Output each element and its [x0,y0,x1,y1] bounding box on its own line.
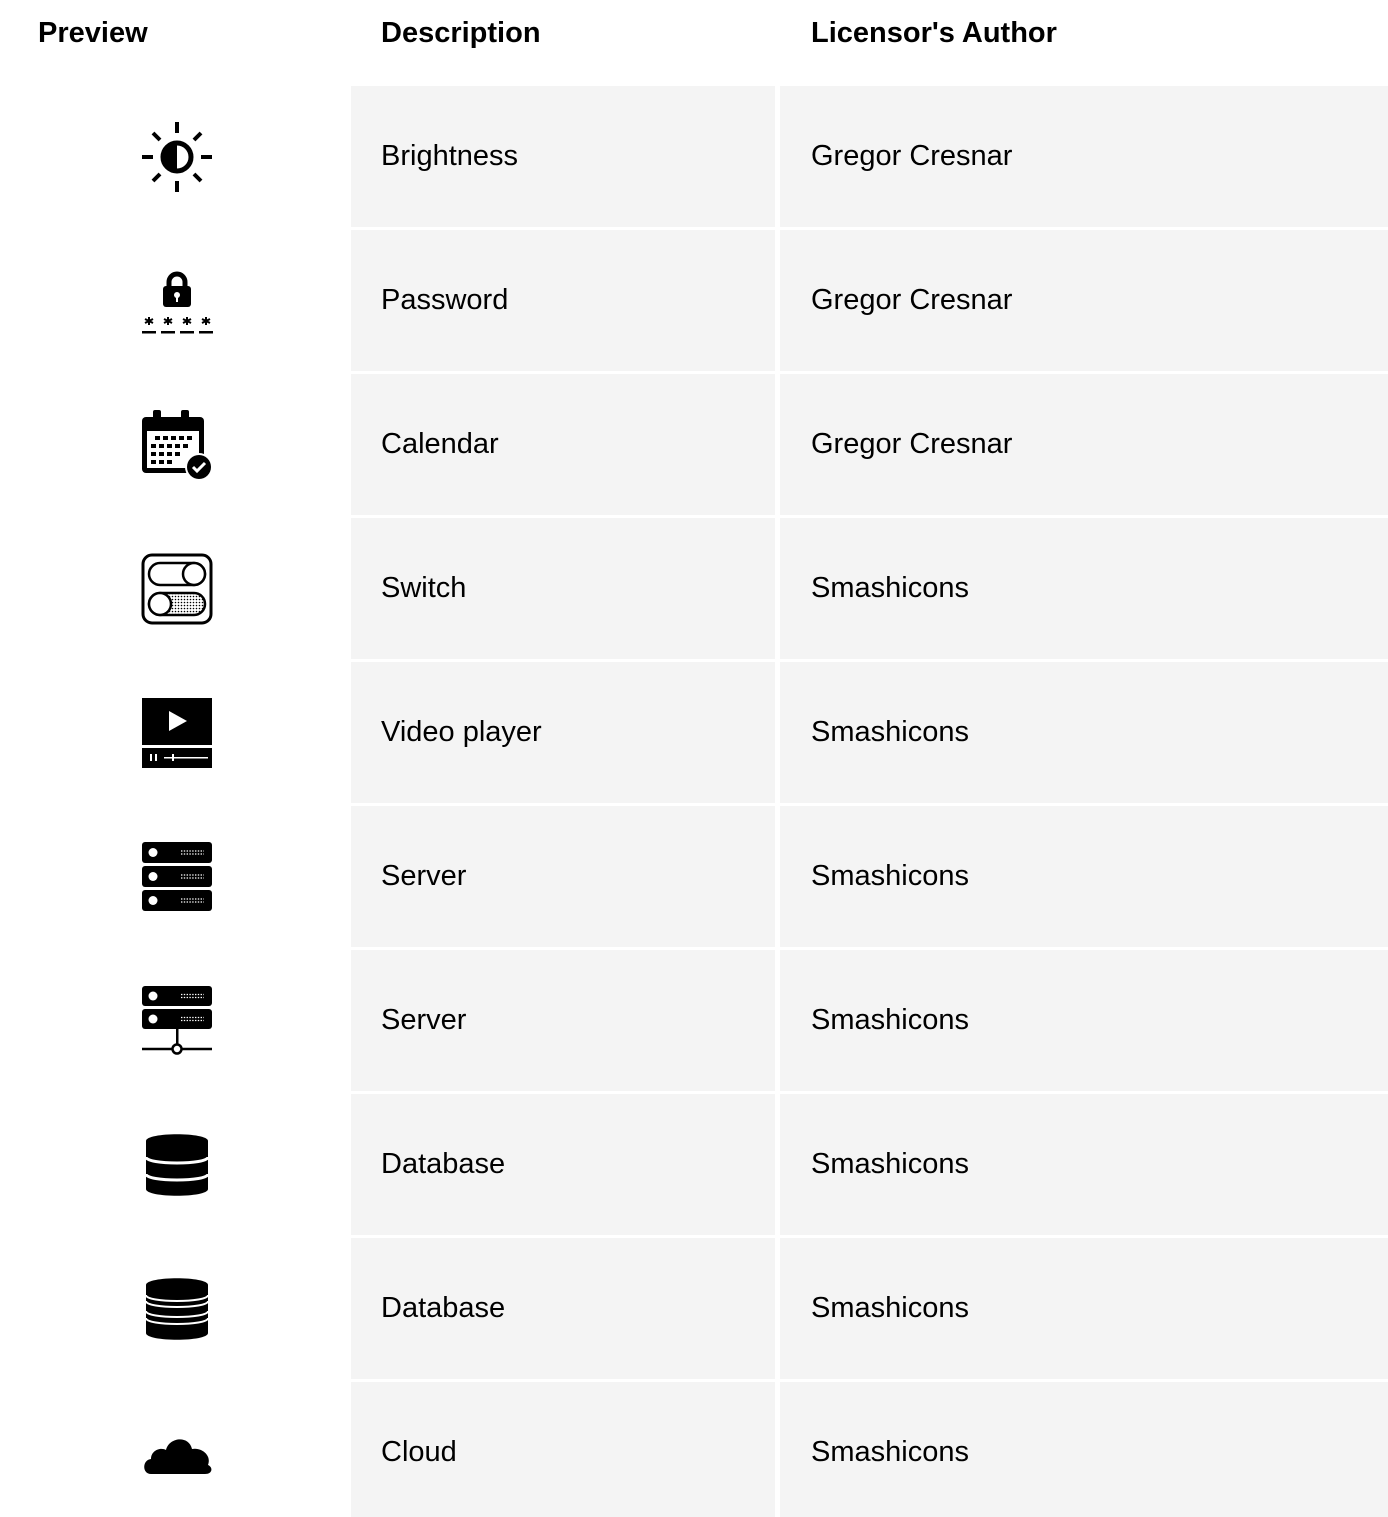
description-cell: Switch [351,518,775,659]
description-text: Server [381,1004,467,1036]
header-preview: Preview [38,17,148,49]
description-cell: Database [351,1094,775,1235]
description-cell: Brightness [351,86,775,227]
preview-cell [0,1382,351,1517]
table-row: Brightness Gregor Cresnar [0,86,1388,230]
author-text: Smashicons [811,716,969,748]
table-row: Calendar Gregor Cresnar [0,374,1388,518]
description-text: Brightness [381,140,519,172]
table-row: Server Smashicons [0,806,1388,950]
description-text: Video player [381,716,542,748]
table-header: Preview Description Licensor's Author [0,0,1388,72]
author-cell: Smashicons [780,1094,1388,1235]
password-icon [142,271,213,334]
table-row: Password Gregor Cresnar [0,230,1388,374]
table-row: Server Smashicons [0,950,1388,1094]
description-text: Database [381,1292,506,1324]
header-description: Description [381,17,541,49]
author-cell: Smashicons [780,518,1388,659]
description-text: Calendar [381,428,499,460]
preview-cell [0,950,351,1091]
description-cell: Calendar [351,374,775,515]
preview-cell [0,662,351,803]
author-cell: Gregor Cresnar [780,86,1388,227]
database-icon [144,1134,210,1196]
description-cell: Server [351,806,775,947]
author-cell: Gregor Cresnar [780,374,1388,515]
table-row: Database Smashicons [0,1238,1388,1382]
author-text: Smashicons [811,1148,969,1180]
database-striped-icon [145,1278,209,1340]
preview-cell [0,1094,351,1235]
description-text: Switch [381,572,467,604]
author-text: Gregor Cresnar [811,140,1013,172]
table-row: Video player Smashicons [0,662,1388,806]
description-text: Database [381,1148,506,1180]
icon-table-body: Brightness Gregor Cresnar Password Grego… [0,86,1388,1517]
author-cell: Smashicons [780,662,1388,803]
calendar-icon [142,410,213,481]
author-text: Gregor Cresnar [811,284,1013,316]
preview-cell [0,86,351,227]
author-cell: Smashicons [780,1238,1388,1379]
author-cell: Smashicons [780,806,1388,947]
preview-cell [0,230,351,371]
header-author: Licensor's Author [811,17,1057,49]
author-cell: Gregor Cresnar [780,230,1388,371]
description-text: Cloud [381,1436,457,1468]
server-icon [142,842,212,911]
cloud-icon [144,1439,212,1474]
author-text: Smashicons [811,572,969,604]
description-text: Password [381,284,509,316]
description-text: Server [381,860,467,892]
author-text: Smashicons [811,1004,969,1036]
server-network-icon [142,986,212,1055]
preview-cell [0,518,351,659]
author-text: Smashicons [811,1436,969,1468]
switch-icon [141,553,213,625]
description-cell: Database [351,1238,775,1379]
description-cell: Cloud [351,1382,775,1517]
description-cell: Video player [351,662,775,803]
author-text: Smashicons [811,1292,969,1324]
author-text: Smashicons [811,860,969,892]
description-cell: Password [351,230,775,371]
author-cell: Smashicons [780,950,1388,1091]
preview-cell [0,1238,351,1379]
brightness-icon [142,122,212,192]
preview-cell [0,374,351,515]
author-cell: Smashicons [780,1382,1388,1517]
author-text: Gregor Cresnar [811,428,1013,460]
preview-cell [0,806,351,947]
table-row: Switch Smashicons [0,518,1388,662]
video-player-icon [142,698,212,768]
description-cell: Server [351,950,775,1091]
table-row: Cloud Smashicons [0,1382,1388,1517]
table-row: Database Smashicons [0,1094,1388,1238]
